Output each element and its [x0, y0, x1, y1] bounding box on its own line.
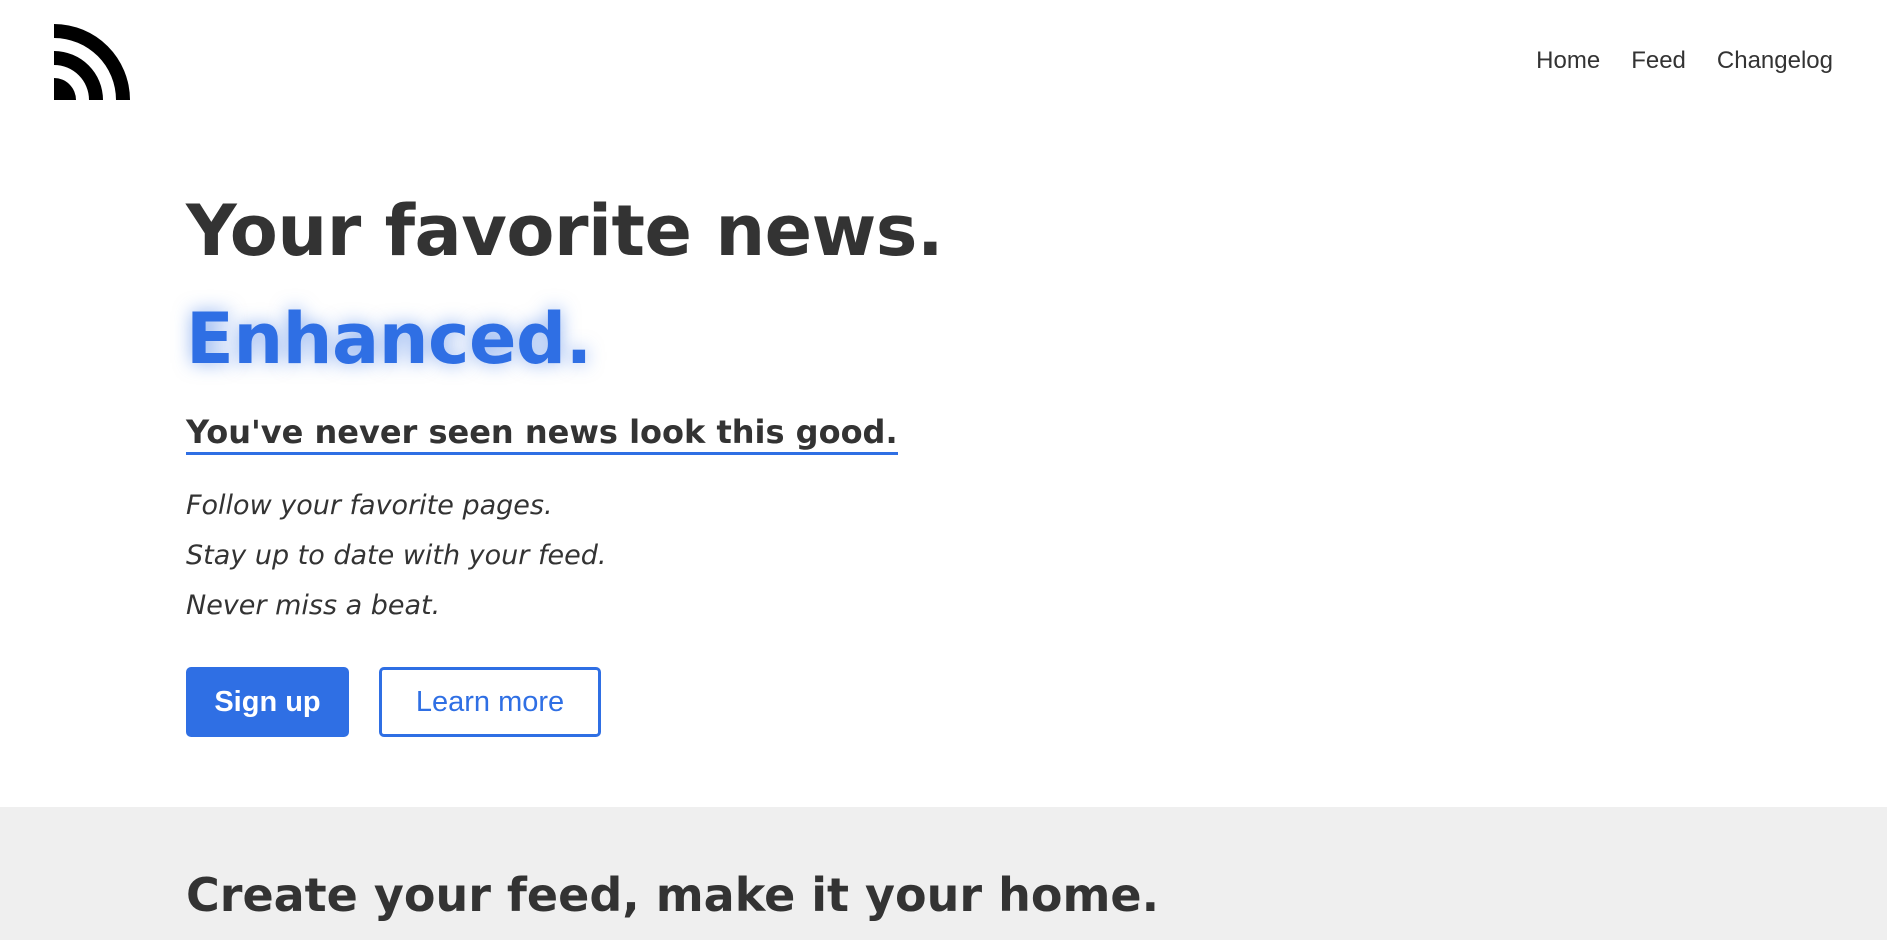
site-header: Home Feed Changelog: [0, 0, 1887, 130]
main-nav: Home Feed Changelog: [1536, 47, 1833, 75]
section-title: Create your feed, make it your home.: [186, 868, 1160, 922]
feed-section: Create your feed, make it your home.: [0, 807, 1887, 940]
hero-feature-list: Follow your favorite pages. Stay up to d…: [186, 481, 1386, 631]
hero-tagline: You've never seen news look this good.: [186, 412, 898, 455]
hero-section: Your favorite news. Enhanced. You've nev…: [186, 188, 1386, 737]
hero-feature-line: Never miss a beat.: [186, 590, 441, 621]
hero-buttons: Sign up Learn more: [186, 667, 1386, 737]
hero-highlight: Enhanced.: [186, 298, 592, 380]
hero-title: Your favorite news.: [186, 190, 944, 272]
nav-home-link[interactable]: Home: [1536, 47, 1600, 75]
hero-feature-line: Stay up to date with your feed.: [186, 540, 607, 571]
hero-feature-line: Follow your favorite pages.: [186, 490, 553, 521]
learn-more-button[interactable]: Learn more: [379, 667, 601, 737]
rss-icon[interactable]: [54, 24, 130, 100]
sign-up-button[interactable]: Sign up: [186, 667, 349, 737]
nav-feed-link[interactable]: Feed: [1631, 47, 1686, 75]
nav-changelog-link[interactable]: Changelog: [1717, 47, 1833, 75]
